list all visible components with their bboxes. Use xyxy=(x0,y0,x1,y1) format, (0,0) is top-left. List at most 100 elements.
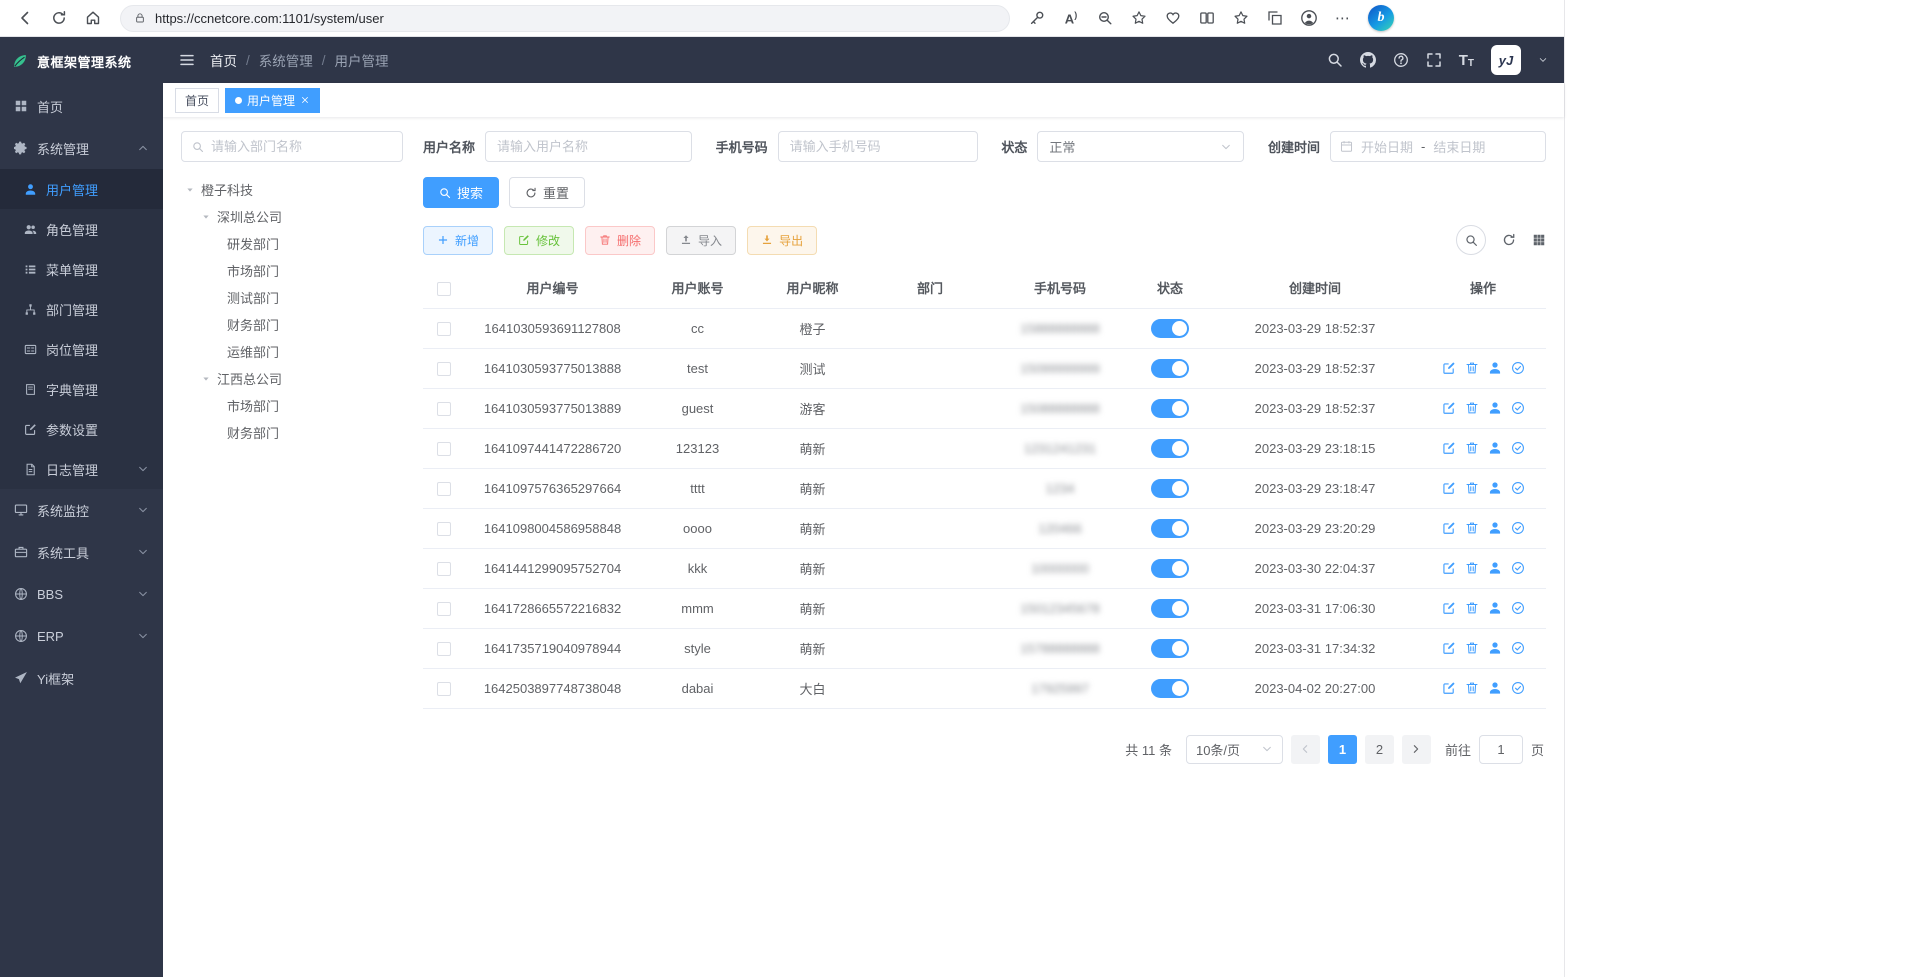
edit-row-icon[interactable] xyxy=(1442,681,1456,695)
reset-password-icon[interactable] xyxy=(1488,681,1502,695)
toggle-search-icon[interactable] xyxy=(1456,225,1486,255)
edit-row-icon[interactable] xyxy=(1442,601,1456,615)
row-checkbox[interactable] xyxy=(437,402,451,416)
column-settings-icon[interactable] xyxy=(1532,233,1546,247)
row-checkbox[interactable] xyxy=(437,602,451,616)
reset-password-icon[interactable] xyxy=(1488,481,1502,495)
sidebar-item-post-mgmt[interactable]: 岗位管理 xyxy=(0,329,163,369)
sidebar-item-erp[interactable]: ERP xyxy=(0,615,163,657)
edit-row-icon[interactable] xyxy=(1442,641,1456,655)
sidebar-item-role-mgmt[interactable]: 角色管理 xyxy=(0,209,163,249)
sidebar-item-bbs[interactable]: BBS xyxy=(0,573,163,615)
sidebar-item-system-tools[interactable]: 系统工具 xyxy=(0,531,163,573)
reset-password-icon[interactable] xyxy=(1488,441,1502,455)
user-avatar[interactable]: yJ xyxy=(1491,45,1521,75)
tree-node[interactable]: 市场部门 xyxy=(181,392,403,419)
passwords-key-icon[interactable] xyxy=(1022,3,1052,33)
tree-node[interactable]: 财务部门 xyxy=(181,311,403,338)
sidebar-item-yi-framework[interactable]: Yi框架 xyxy=(0,657,163,699)
zoom-out-icon[interactable] xyxy=(1090,3,1120,33)
assign-role-icon[interactable] xyxy=(1511,681,1525,695)
select-all-checkbox[interactable] xyxy=(437,282,451,296)
collections-icon[interactable] xyxy=(1260,3,1290,33)
import-button[interactable]: 导入 xyxy=(666,226,736,255)
edit-row-icon[interactable] xyxy=(1442,401,1456,415)
browser-essentials-icon[interactable] xyxy=(1158,3,1188,33)
sidebar-item-system-monitor[interactable]: 系统监控 xyxy=(0,489,163,531)
tab-user-mgmt[interactable]: 用户管理 xyxy=(225,88,320,113)
close-tab-icon[interactable] xyxy=(300,95,310,105)
favorites-icon[interactable] xyxy=(1226,3,1256,33)
sidebar-item-dict-mgmt[interactable]: 字典管理 xyxy=(0,369,163,409)
menu-fold-icon[interactable] xyxy=(179,52,195,68)
reset-password-icon[interactable] xyxy=(1488,521,1502,535)
sidebar-item-log-mgmt[interactable]: 日志管理 xyxy=(0,449,163,489)
tree-caret-icon[interactable] xyxy=(185,185,195,195)
dept-search-input[interactable] xyxy=(211,139,392,154)
prev-page-button[interactable] xyxy=(1291,735,1320,764)
tree-node[interactable]: 研发部门 xyxy=(181,230,403,257)
breadcrumb-item-system[interactable]: 系统管理 xyxy=(259,50,313,70)
assign-role-icon[interactable] xyxy=(1511,361,1525,375)
row-checkbox[interactable] xyxy=(437,682,451,696)
tree-caret-icon[interactable] xyxy=(201,212,211,222)
assign-role-icon[interactable] xyxy=(1511,641,1525,655)
page-size-select[interactable]: 10条/页 xyxy=(1186,735,1283,764)
sidebar-item-dept-mgmt[interactable]: 部门管理 xyxy=(0,289,163,329)
fullscreen-icon[interactable] xyxy=(1426,52,1442,68)
sidebar-item-menu-mgmt[interactable]: 菜单管理 xyxy=(0,249,163,289)
tree-node[interactable]: 运维部门 xyxy=(181,338,403,365)
delete-row-icon[interactable] xyxy=(1465,521,1479,535)
status-toggle[interactable] xyxy=(1151,399,1189,418)
status-toggle[interactable] xyxy=(1151,479,1189,498)
tab-home[interactable]: 首页 xyxy=(175,88,219,113)
reload-button[interactable] xyxy=(44,3,74,33)
profile-avatar[interactable] xyxy=(1294,3,1324,33)
tree-node[interactable]: 橙子科技 xyxy=(181,176,403,203)
tree-node[interactable]: 市场部门 xyxy=(181,257,403,284)
sidebar-item-user-mgmt[interactable]: 用户管理 xyxy=(0,169,163,209)
site-info-lock-icon[interactable] xyxy=(134,12,146,24)
delete-row-icon[interactable] xyxy=(1465,681,1479,695)
delete-row-icon[interactable] xyxy=(1465,641,1479,655)
status-toggle[interactable] xyxy=(1151,439,1189,458)
status-toggle[interactable] xyxy=(1151,639,1189,658)
status-toggle[interactable] xyxy=(1151,599,1189,618)
edit-row-icon[interactable] xyxy=(1442,481,1456,495)
github-icon[interactable] xyxy=(1360,52,1376,68)
font-size-icon[interactable]: TT xyxy=(1459,52,1474,69)
delete-row-icon[interactable] xyxy=(1465,601,1479,615)
reset-password-icon[interactable] xyxy=(1488,561,1502,575)
delete-row-icon[interactable] xyxy=(1465,481,1479,495)
more-menu-icon[interactable]: ⋯ xyxy=(1328,3,1358,33)
assign-role-icon[interactable] xyxy=(1511,481,1525,495)
edit-row-icon[interactable] xyxy=(1442,561,1456,575)
page-1-button[interactable]: 1 xyxy=(1328,735,1357,764)
reset-password-icon[interactable] xyxy=(1488,401,1502,415)
assign-role-icon[interactable] xyxy=(1511,561,1525,575)
status-toggle[interactable] xyxy=(1151,559,1189,578)
row-checkbox[interactable] xyxy=(437,362,451,376)
row-checkbox[interactable] xyxy=(437,322,451,336)
assign-role-icon[interactable] xyxy=(1511,601,1525,615)
edit-row-icon[interactable] xyxy=(1442,521,1456,535)
help-icon[interactable] xyxy=(1393,52,1409,68)
address-bar[interactable]: https://ccnetcore.com:1101/system/user xyxy=(120,5,1010,32)
tree-node[interactable]: 测试部门 xyxy=(181,284,403,311)
tree-node[interactable]: 财务部门 xyxy=(181,419,403,446)
page-2-button[interactable]: 2 xyxy=(1365,735,1394,764)
row-checkbox[interactable] xyxy=(437,642,451,656)
delete-row-icon[interactable] xyxy=(1465,361,1479,375)
avatar-caret-icon[interactable] xyxy=(1538,55,1548,65)
sidebar-item-home[interactable]: 首页 xyxy=(0,85,163,127)
row-checkbox[interactable] xyxy=(437,482,451,496)
breadcrumb-item-home[interactable]: 首页 xyxy=(210,50,237,70)
modify-button[interactable]: 修改 xyxy=(504,226,574,255)
sidebar-item-param-settings[interactable]: 参数设置 xyxy=(0,409,163,449)
sidebar-item-system-mgmt[interactable]: 系统管理 xyxy=(0,127,163,169)
refresh-table-icon[interactable] xyxy=(1502,233,1516,247)
reset-password-icon[interactable] xyxy=(1488,641,1502,655)
reset-button[interactable]: 重置 xyxy=(509,177,585,208)
status-toggle[interactable] xyxy=(1151,519,1189,538)
delete-row-icon[interactable] xyxy=(1465,401,1479,415)
